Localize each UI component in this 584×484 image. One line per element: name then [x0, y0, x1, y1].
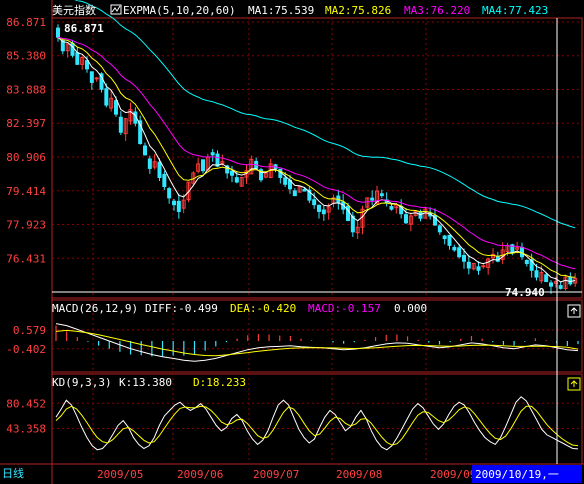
candle [239, 176, 244, 187]
candle-body [317, 204, 321, 212]
kd-expand-button[interactable] [567, 377, 581, 391]
macd-diff-label: DIFF:-0.499 [145, 302, 218, 315]
candle-body [302, 188, 307, 192]
candle-body [94, 77, 99, 80]
candle-body [215, 153, 220, 167]
macd-dea-label: DEA:-0.420 [230, 302, 296, 315]
candle-body [56, 27, 60, 38]
candle-body [234, 177, 239, 183]
price-tick-label-2: 83.888 [6, 84, 46, 97]
date-label-4: 2009/09 [430, 468, 476, 481]
price-tick-label-0: 86.871 [6, 16, 46, 29]
candle-body [70, 42, 75, 56]
candle-body [176, 200, 181, 212]
candle-body [147, 158, 152, 169]
price-tick-label-3: 82.397 [6, 117, 46, 130]
price-tick-label-1: 85.380 [6, 50, 46, 63]
candle-body [201, 159, 205, 172]
date-label-2: 2009/07 [253, 468, 299, 481]
candle-body [321, 209, 326, 215]
candle-body [457, 247, 462, 258]
candle-body [462, 255, 466, 262]
candle-body [466, 261, 471, 269]
price-tick-label-4: 80.906 [6, 151, 46, 164]
date-label-1: 2009/06 [177, 468, 223, 481]
low-marker-label: 74.940 [505, 286, 545, 299]
price-tick-label-6: 77.923 [6, 218, 46, 231]
ma4-label: MA4:77.423 [482, 4, 548, 17]
kd-tick-label-1: 43.358 [6, 423, 46, 436]
candle-body [389, 206, 394, 210]
candle-body [524, 259, 529, 264]
kd-tick-label-0: 80.452 [6, 397, 46, 410]
candle [259, 167, 263, 183]
candle [563, 274, 568, 291]
candle-body [312, 199, 317, 206]
candle-body [114, 100, 118, 115]
candle-body [104, 88, 109, 106]
candle [297, 185, 302, 193]
candle-body [476, 266, 481, 271]
candle-body [230, 170, 234, 176]
kd-indicator-label: KD(9,3,3) [52, 376, 112, 389]
candle-body [404, 214, 408, 224]
candle-body [89, 71, 94, 83]
candle-body [292, 190, 297, 197]
macd-zero-label: 0.000 [394, 302, 427, 315]
candle-body [75, 52, 80, 65]
candle-body [85, 60, 89, 70]
price-tick-label-5: 79.414 [6, 185, 46, 198]
kd-k-label: K:13.380 [119, 376, 172, 389]
kd-header: KD(9,3,3) K:13.380 D:18.233 [52, 376, 246, 389]
candle-body [162, 173, 167, 188]
candle-body [157, 161, 162, 178]
candle-body [210, 152, 215, 156]
instrument-title: 美元指数 [52, 3, 96, 17]
chart-root: 86.871 85.380 83.888 82.397 80.906 79.414 77.9… [0, 0, 584, 484]
candle-body [549, 282, 553, 287]
ma1-label: MA1:75.539 [248, 4, 314, 17]
candle-body [447, 234, 452, 246]
background [0, 0, 584, 484]
candle-body [442, 235, 447, 240]
candle-body [544, 274, 549, 283]
candle-body [167, 188, 172, 199]
candle-body [172, 200, 176, 206]
indicator-label: EXPMA(5,10,20,60) [123, 4, 236, 17]
candle-body [481, 265, 486, 268]
candle-body [534, 270, 539, 278]
candle-body [118, 116, 123, 133]
candle-body [452, 246, 457, 251]
date-label-0: 2009/05 [97, 468, 143, 481]
candle-body [558, 285, 563, 289]
macd-value-label: MACD:-0.157 [308, 302, 381, 315]
candle-body [379, 193, 384, 197]
candle-body [283, 177, 288, 185]
price-tick-label-7: 76.431 [6, 252, 46, 265]
candle-body [568, 276, 573, 285]
ma3-label: MA3:76.220 [404, 4, 470, 17]
date-label-3: 2009/08 [336, 468, 382, 481]
kd-d-label: D:18.233 [193, 376, 246, 389]
macd-tick-label-0: 0.579 [13, 324, 46, 337]
high-marker-label: 86.871 [64, 22, 104, 35]
macd-expand-button[interactable] [567, 304, 581, 318]
candle-body [437, 225, 442, 233]
cursor-date-label: 2009/10/19,一 [475, 468, 559, 481]
candle-body [143, 145, 147, 156]
macd-tick-label-1: -0.402 [6, 343, 46, 356]
period-label[interactable]: 日线 [2, 466, 24, 480]
macd-header: MACD(26,12,9) DIFF:-0.499 DEA:-0.420 MAC… [52, 302, 427, 315]
candle-body [370, 197, 375, 201]
ma2-label: MA2:75.826 [325, 4, 391, 17]
macd-indicator-label: MACD(26,12,9) [52, 302, 138, 315]
